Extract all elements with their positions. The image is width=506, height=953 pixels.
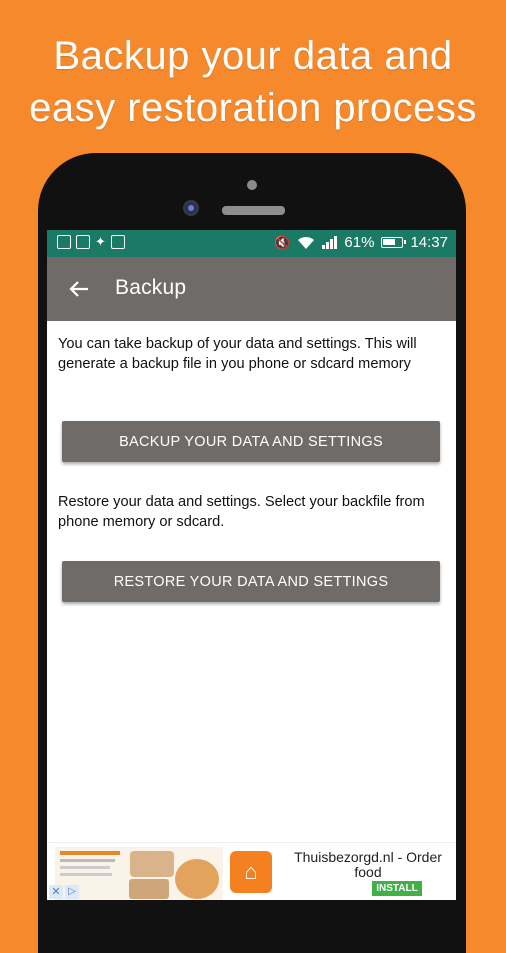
earpiece-speaker bbox=[222, 206, 285, 215]
status-time: 14:37 bbox=[410, 234, 448, 251]
battery-percent: 61% bbox=[344, 234, 375, 251]
dropbox-icon: ✦ bbox=[95, 234, 106, 249]
proximity-sensor bbox=[247, 180, 257, 190]
ad-banner[interactable]: ✕ ▷ ⌂ Thuisbezorgd.nl - Order food INSTA… bbox=[47, 842, 456, 900]
backup-description: You can take backup of your data and set… bbox=[58, 336, 417, 372]
promo-line-1: Backup your data and bbox=[53, 34, 453, 78]
gallery-icon bbox=[110, 235, 125, 249]
status-notifications: ✦ bbox=[57, 235, 125, 249]
signal-icon bbox=[322, 236, 338, 249]
promo-line-2: easy restoration process bbox=[29, 86, 477, 130]
nfc-icon bbox=[57, 235, 71, 249]
image-icon bbox=[76, 235, 90, 249]
backup-button[interactable]: BACKUP YOUR DATA AND SETTINGS bbox=[62, 421, 440, 462]
page-title: Backup bbox=[115, 276, 187, 299]
ad-title[interactable]: Thuisbezorgd.nl - Order food bbox=[285, 850, 451, 880]
phone-screen: ✦ 🔇 61% 14:37 Backup You can take backup… bbox=[47, 230, 456, 900]
battery-icon bbox=[381, 237, 407, 248]
restore-button[interactable]: RESTORE YOUR DATA AND SETTINGS bbox=[62, 561, 440, 602]
ad-info-icon[interactable]: ▷ bbox=[65, 885, 79, 899]
front-camera-icon bbox=[183, 200, 199, 216]
restore-description: Restore your data and settings. Select y… bbox=[58, 494, 425, 530]
mute-icon: 🔇 bbox=[274, 234, 291, 250]
ad-install-button[interactable]: INSTALL bbox=[372, 881, 422, 896]
ad-image[interactable] bbox=[55, 847, 223, 900]
ad-close-icon[interactable]: ✕ bbox=[49, 885, 63, 899]
status-bar: ✦ 🔇 61% 14:37 bbox=[47, 230, 456, 257]
promo-headline: Backup your data and easy restoration pr… bbox=[0, 30, 506, 134]
wifi-icon bbox=[298, 236, 315, 249]
status-system: 🔇 61% 14:37 bbox=[274, 234, 448, 251]
app-bar: Backup bbox=[47, 257, 456, 321]
arrow-left-icon[interactable] bbox=[65, 275, 93, 303]
ad-app-logo[interactable]: ⌂ bbox=[230, 851, 272, 893]
